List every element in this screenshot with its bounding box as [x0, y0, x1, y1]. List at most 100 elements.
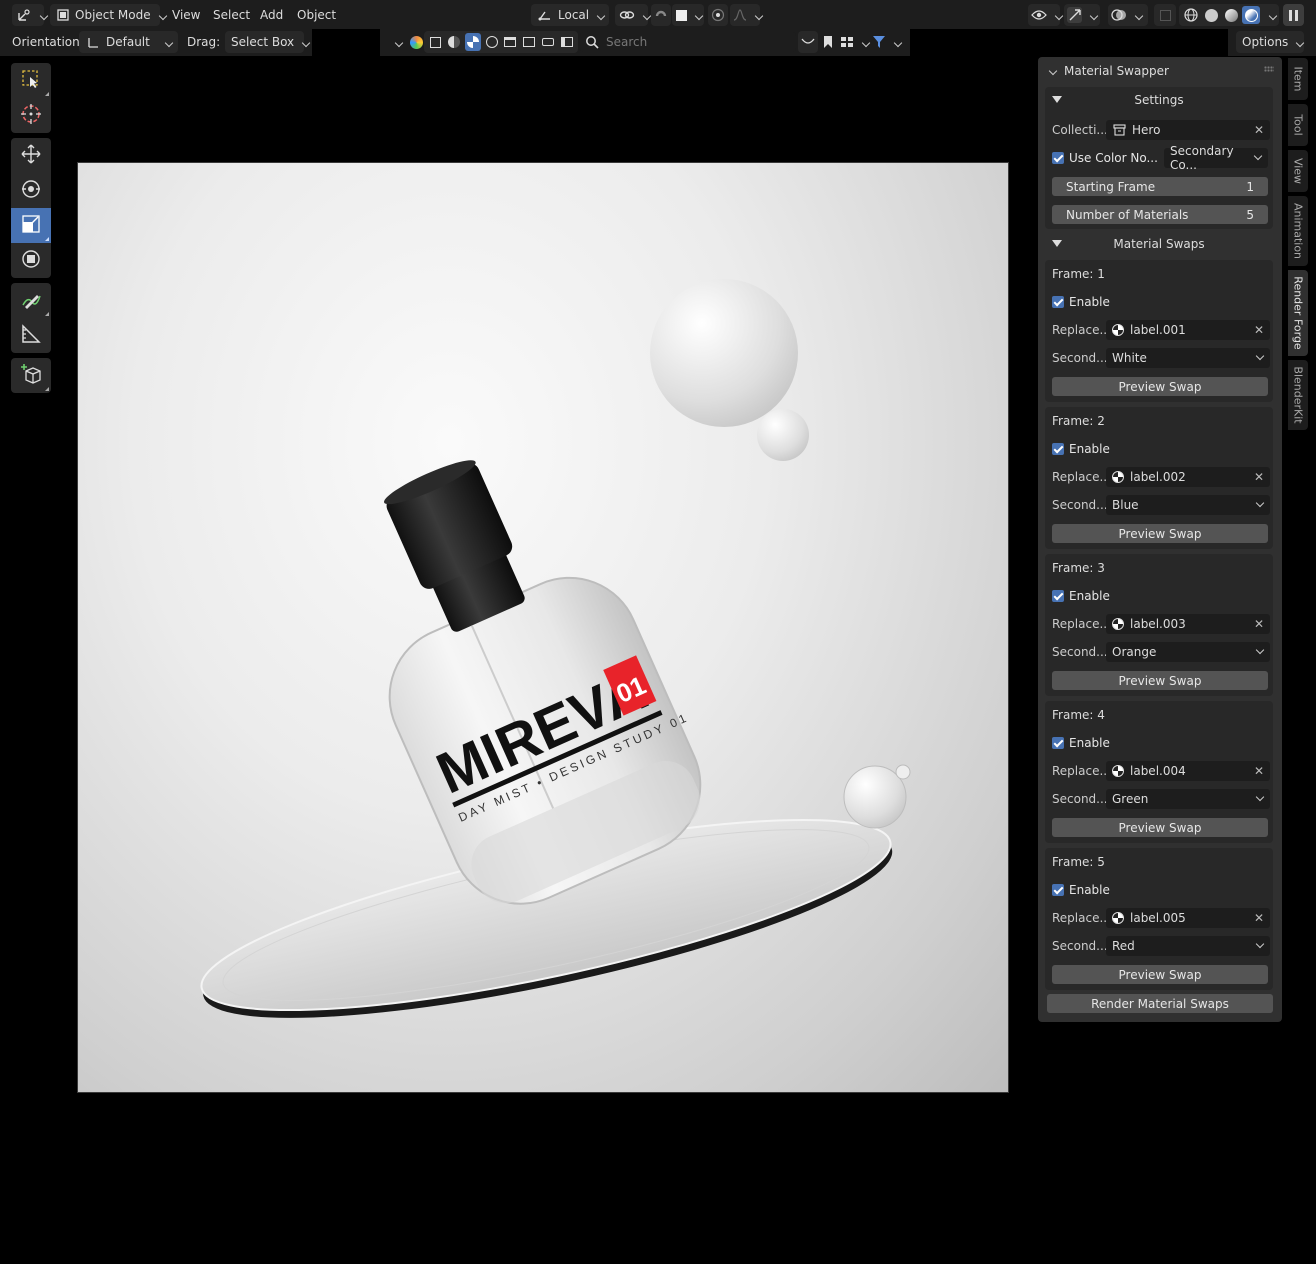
clear-material-icon[interactable]: ✕ [1254, 323, 1264, 337]
solid-shading-icon[interactable] [1202, 6, 1220, 24]
collection-field[interactable]: Hero ✕ [1106, 120, 1270, 140]
bookmark-toggle[interactable] [819, 31, 837, 53]
image-filter-icon[interactable] [521, 33, 538, 51]
filter-dropdown[interactable] [870, 31, 902, 53]
render-material-swaps-button[interactable]: Render Material Swaps [1047, 994, 1273, 1013]
swap-enable-checkbox[interactable] [1052, 737, 1064, 749]
color-mode-dropdown[interactable]: Secondary Co... [1164, 144, 1268, 172]
material-filter-icon[interactable] [464, 33, 482, 51]
swap-material-value: label.001 [1130, 323, 1186, 337]
menu-add[interactable]: Add [260, 4, 283, 26]
material-shading-icon[interactable] [1222, 6, 1240, 24]
scale-tool[interactable] [11, 208, 51, 243]
transform-space-label: Local [558, 8, 590, 22]
panel-header[interactable]: Material Swapper [1046, 63, 1169, 79]
mesh-filter-icon[interactable] [446, 33, 463, 51]
swap-enable-label: Enable [1069, 883, 1110, 897]
material-swaps-header[interactable]: Material Swaps [1045, 232, 1273, 256]
tool-shelf [11, 63, 51, 398]
menu-select[interactable]: Select [213, 4, 250, 26]
settings-header[interactable]: Settings [1045, 88, 1273, 112]
swap-color-dropdown[interactable]: White [1106, 348, 1270, 368]
annotate-tool[interactable] [11, 283, 51, 318]
orientation-dropdown[interactable]: Default [79, 31, 178, 53]
brush-filter-icon[interactable] [540, 33, 557, 51]
filter-type-dropdown[interactable] [389, 31, 427, 53]
swap-color-value: White [1112, 351, 1147, 365]
clear-collection-icon[interactable]: ✕ [1254, 123, 1264, 137]
visibility-dropdown[interactable] [1028, 4, 1060, 26]
options-dropdown[interactable]: Options [1236, 31, 1304, 53]
use-color-checkbox[interactable] [1052, 152, 1064, 164]
proportional-edit-toggle[interactable] [708, 4, 728, 26]
tab-view[interactable]: View [1288, 150, 1308, 192]
transform-orientation-dropdown[interactable]: Local [531, 4, 609, 26]
drag-dropdown[interactable]: Select Box [225, 31, 304, 53]
tab-blenderkit[interactable]: BlenderKit [1288, 360, 1308, 430]
drag-grip-icon[interactable] [1264, 66, 1274, 72]
select-box-tool[interactable] [11, 63, 51, 98]
tab-render-forge[interactable]: Render Forge [1288, 270, 1308, 356]
swap-material-field[interactable]: label.004 ✕ [1106, 761, 1270, 781]
swap-color-dropdown[interactable]: Red [1106, 936, 1270, 956]
swap-material-field[interactable]: label.001 ✕ [1106, 320, 1270, 340]
cursor-tool[interactable] [11, 98, 51, 133]
falloff-curve-icon [733, 7, 747, 23]
move-tool[interactable] [11, 138, 51, 173]
swap-material-field[interactable]: label.003 ✕ [1106, 614, 1270, 634]
overlays-dropdown[interactable] [1108, 4, 1148, 26]
sort-toggle[interactable] [798, 31, 818, 53]
swap-enable-checkbox[interactable] [1052, 443, 1064, 455]
tab-animation[interactable]: Animation [1288, 196, 1308, 266]
falloff-dropdown[interactable] [730, 4, 760, 26]
palette-filter-icon[interactable] [558, 33, 575, 51]
swap-color-dropdown[interactable]: Green [1106, 789, 1270, 809]
preview-swap-button[interactable]: Preview Swap [1052, 671, 1268, 690]
menu-view[interactable]: View [172, 4, 200, 26]
swap-material-field[interactable]: label.002 ✕ [1106, 467, 1270, 487]
color-cube-icon [409, 34, 424, 50]
starting-frame-field[interactable]: Starting Frame 1 [1052, 177, 1268, 196]
tab-tool[interactable]: Tool [1288, 104, 1308, 146]
gizmo-dropdown[interactable] [1064, 4, 1100, 26]
tab-item[interactable]: Item [1288, 58, 1308, 100]
swap-enable-checkbox[interactable] [1052, 590, 1064, 602]
preview-swap-button[interactable]: Preview Swap [1052, 524, 1268, 543]
rotate-icon [20, 178, 42, 203]
preview-swap-button[interactable]: Preview Swap [1052, 818, 1268, 837]
snap-target-dropdown[interactable] [672, 4, 704, 26]
clear-material-icon[interactable]: ✕ [1254, 911, 1264, 925]
snap-toggle[interactable] [651, 4, 671, 26]
menu-object[interactable]: Object [297, 4, 336, 26]
settings-title: Settings [1134, 93, 1184, 107]
swap-replace-row: Replace... label.005 ✕ [1052, 908, 1270, 928]
swap-enable-checkbox[interactable] [1052, 296, 1064, 308]
transform-tool[interactable] [11, 243, 51, 278]
pivot-dropdown[interactable] [615, 4, 648, 26]
object-filter-icon[interactable] [427, 33, 444, 51]
clear-material-icon[interactable]: ✕ [1254, 764, 1264, 778]
clear-material-icon[interactable]: ✕ [1254, 617, 1264, 631]
measure-tool[interactable] [11, 318, 51, 353]
wireframe-shading-icon[interactable] [1182, 6, 1200, 24]
add-cube-tool[interactable] [11, 358, 51, 393]
pause-render-button[interactable] [1283, 4, 1304, 26]
number-of-materials-field[interactable]: Number of Materials 5 [1052, 205, 1268, 224]
rotate-tool[interactable] [11, 173, 51, 208]
editor-type-button[interactable] [12, 4, 44, 26]
preview-swap-button[interactable]: Preview Swap [1052, 377, 1268, 396]
search-input[interactable]: Search [580, 32, 796, 52]
preview-swap-button[interactable]: Preview Swap [1052, 965, 1268, 984]
clear-material-icon[interactable]: ✕ [1254, 470, 1264, 484]
world-filter-icon[interactable] [483, 33, 500, 51]
viewport-header: Object Mode View Select Add Object Local [0, 0, 1316, 29]
swap-color-dropdown[interactable]: Blue [1106, 495, 1270, 515]
mode-dropdown[interactable]: Object Mode [50, 4, 160, 26]
swap-enable-checkbox[interactable] [1052, 884, 1064, 896]
swap-color-dropdown[interactable]: Orange [1106, 642, 1270, 662]
xray-toggle[interactable] [1154, 4, 1176, 26]
rendered-shading-icon[interactable] [1242, 6, 1260, 24]
swap-material-field[interactable]: label.005 ✕ [1106, 908, 1270, 928]
display-mode-dropdown[interactable] [838, 31, 870, 53]
node-filter-icon[interactable] [502, 33, 519, 51]
